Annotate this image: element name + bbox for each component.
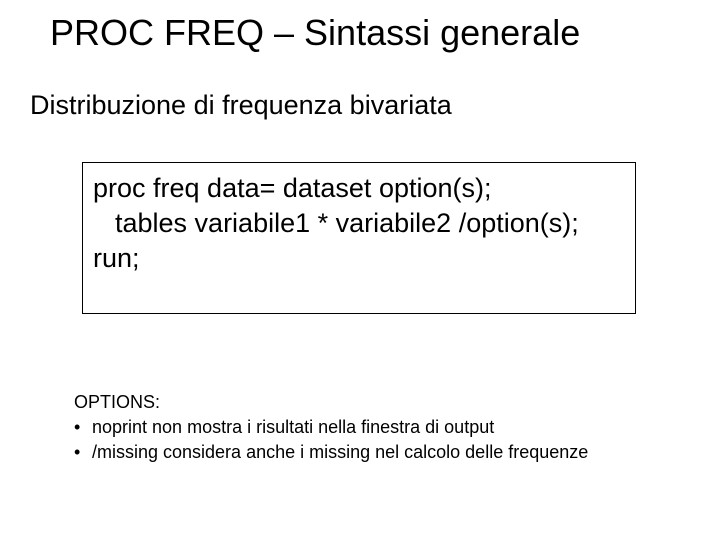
options-row-2: • /missing considera anche i missing nel… xyxy=(74,440,588,465)
code-line-3: run; xyxy=(93,241,625,276)
code-line-1: proc freq data= dataset option(s); xyxy=(93,171,625,206)
bullet-icon: • xyxy=(74,440,92,465)
options-row-1: • noprint non mostra i risultati nella f… xyxy=(74,415,588,440)
code-line-2: tables variabile1 * variabile2 /option(s… xyxy=(93,206,625,241)
slide: PROC FREQ – Sintassi generale Distribuzi… xyxy=(0,0,720,540)
code-box: proc freq data= dataset option(s); table… xyxy=(82,162,636,314)
slide-subtitle: Distribuzione di frequenza bivariata xyxy=(30,90,452,121)
options-item-2: /missing considera anche i missing nel c… xyxy=(92,440,588,465)
bullet-icon: • xyxy=(74,415,92,440)
options-block: OPTIONS: • noprint non mostra i risultat… xyxy=(74,390,588,466)
slide-title: PROC FREQ – Sintassi generale xyxy=(50,12,580,54)
options-heading: OPTIONS: xyxy=(74,390,588,415)
options-item-1: noprint non mostra i risultati nella fin… xyxy=(92,415,494,440)
